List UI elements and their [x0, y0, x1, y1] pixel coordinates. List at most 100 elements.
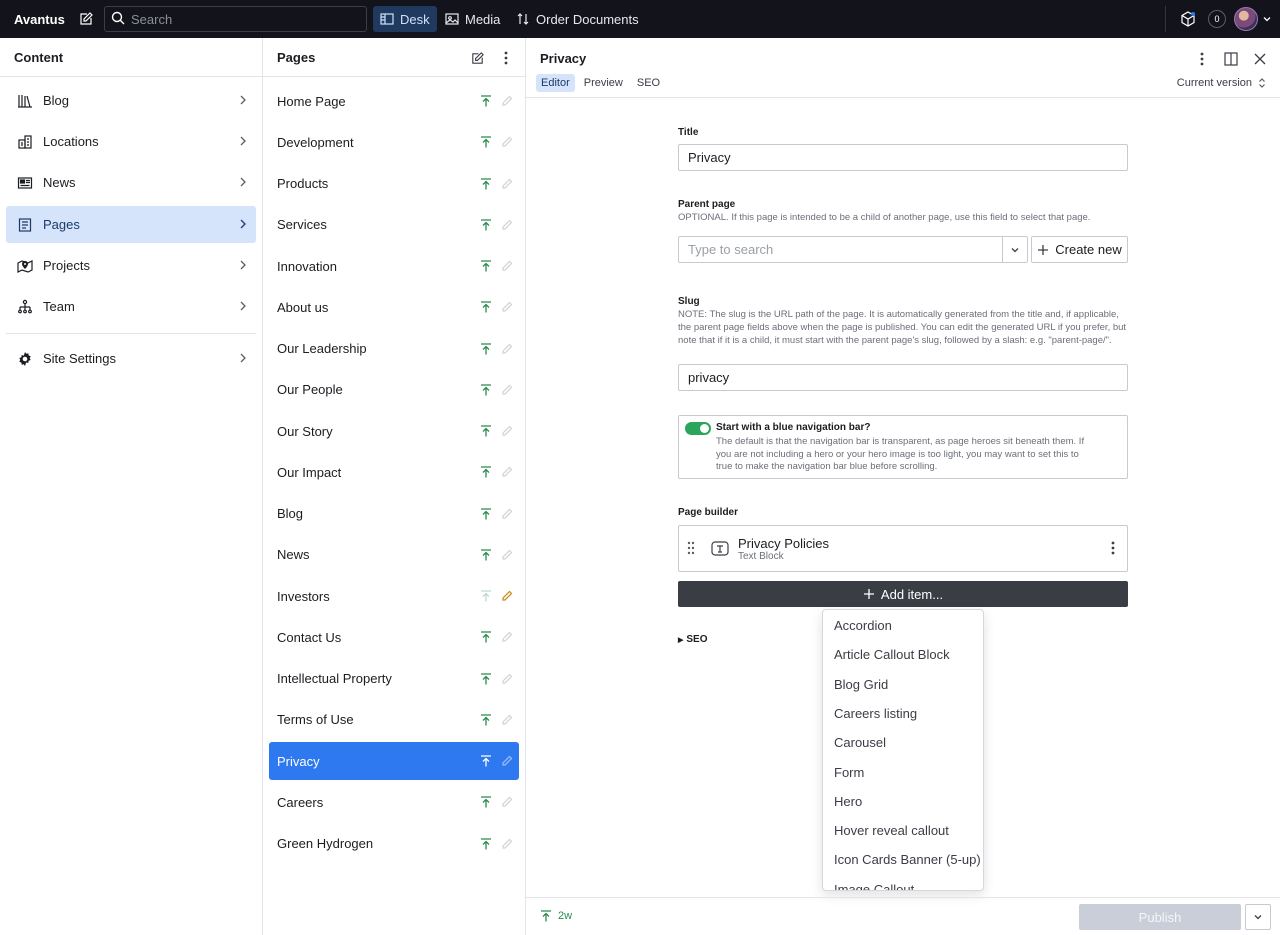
slug-value: privacy [688, 370, 730, 385]
tab-editor[interactable]: Editor [536, 74, 575, 92]
tab-desk[interactable]: Desk [373, 6, 437, 32]
chevron-down-icon[interactable] [1262, 12, 1272, 27]
tab-seo[interactable]: SEO [632, 74, 665, 92]
pages-pane-title: Pages [277, 49, 316, 65]
page-list-item[interactable]: Green Hydrogen [269, 825, 519, 863]
avatar[interactable] [1234, 7, 1258, 31]
drag-handle-icon[interactable] [687, 541, 695, 558]
add-menu-item[interactable]: Blog Grid [834, 677, 888, 692]
page-list-item[interactable]: Blog [269, 495, 519, 533]
parent-page-search[interactable]: Type to search [678, 236, 1028, 263]
parent-page-description: OPTIONAL. If this page is intended to be… [678, 212, 1091, 223]
page-list-item-label: Development [277, 134, 354, 150]
add-menu-item[interactable]: Image Callout [834, 882, 914, 890]
page-list-item[interactable]: Services [269, 206, 519, 244]
page-list-item-label: About us [277, 299, 329, 315]
published-icon [480, 384, 492, 399]
add-menu-item[interactable]: Accordion [834, 618, 892, 633]
page-builder-item-type: Text Block [738, 551, 784, 562]
content-item-pages[interactable]: Pages [6, 206, 256, 243]
create-new-button[interactable]: Create new [1031, 236, 1128, 263]
page-list-item[interactable]: Products [269, 165, 519, 203]
split-pane-icon[interactable] [1223, 51, 1239, 67]
edit-pencil-icon [501, 219, 513, 234]
page-builder-item[interactable]: Privacy Policies Text Block [678, 525, 1128, 572]
add-menu-item[interactable]: Careers listing [834, 706, 917, 721]
content-item-label: Team [43, 299, 75, 314]
tab-preview[interactable]: Preview [579, 74, 628, 92]
content-item-team[interactable]: Team [6, 288, 256, 325]
search-box[interactable] [104, 6, 367, 32]
page-list-item[interactable]: Investors [269, 577, 519, 615]
page-list-item[interactable]: Terms of Use [269, 701, 519, 739]
page-list-item[interactable]: Careers [269, 783, 519, 821]
page-list-item-label: Products [277, 176, 329, 191]
chevron-down-icon[interactable] [1002, 237, 1027, 262]
page-list-item[interactable]: Our Leadership [269, 330, 519, 368]
page-list-item[interactable]: Innovation [269, 247, 519, 285]
blue-nav-switch-title: Start with a blue navigation bar? [716, 422, 871, 433]
chevron-right-icon [238, 135, 248, 150]
title-field[interactable]: Privacy [678, 144, 1128, 171]
slug-field[interactable]: privacy [678, 364, 1128, 391]
add-menu-item[interactable]: Form [834, 765, 864, 780]
search-input[interactable] [131, 11, 351, 27]
content-item-news[interactable]: News [6, 164, 256, 201]
version-selector[interactable]: Current version [1177, 77, 1266, 89]
page-list-item[interactable]: Home Page [269, 82, 519, 120]
add-menu-item[interactable]: Carousel [834, 735, 886, 750]
tab-order-documents[interactable]: Order Documents [509, 6, 646, 32]
page-list-item[interactable]: Our Story [269, 412, 519, 450]
add-menu-item[interactable]: Hero [834, 794, 862, 809]
desk-icon [380, 13, 394, 25]
add-menu-item[interactable]: Icon Cards Banner (5-up) [834, 852, 981, 867]
publish-menu-button[interactable] [1245, 904, 1271, 930]
more-vertical-icon[interactable] [498, 50, 514, 66]
blue-nav-switch-field: Start with a blue navigation bar? The de… [678, 415, 1128, 479]
add-item-button[interactable]: Add item... [678, 581, 1128, 607]
content-item-label: Projects [43, 258, 90, 273]
publish-status[interactable]: 2w [540, 910, 572, 922]
published-icon [480, 755, 492, 770]
page-list-item[interactable]: Intellectual Property [269, 660, 519, 698]
notification-count[interactable]: 0 [1208, 10, 1226, 28]
page-list-item[interactable]: News [269, 536, 519, 574]
triangle-right-icon: ▶ [678, 636, 684, 644]
more-vertical-icon[interactable] [1111, 541, 1115, 558]
create-new-label: Create new [1055, 242, 1122, 257]
tab-order-documents-label: Order Documents [536, 11, 639, 27]
published-icon [480, 425, 492, 440]
more-vertical-icon[interactable] [1194, 51, 1210, 67]
sort-icon [517, 13, 529, 25]
content-item-blog[interactable]: Blog [6, 82, 256, 119]
add-menu-item[interactable]: Article Callout Block [834, 647, 950, 662]
edit-pencil-icon [501, 466, 513, 481]
blue-nav-switch-description: The default is that the navigation bar i… [716, 436, 1085, 472]
page-list-item-label: Our Story [277, 423, 333, 439]
tab-media[interactable]: Media [438, 6, 507, 32]
page-list-item-label: Green Hydrogen [277, 836, 374, 851]
page-list-item-label: Contact Us [277, 629, 342, 645]
page-list-item[interactable]: Development [269, 123, 519, 161]
blue-nav-toggle[interactable] [685, 422, 711, 435]
page-list-item[interactable]: Our Impact [269, 453, 519, 491]
publish-button[interactable]: Publish [1079, 904, 1241, 930]
brand-logo[interactable]: Avantus [14, 12, 76, 27]
compose-icon[interactable] [74, 7, 98, 31]
content-pane-title: Content [14, 49, 64, 65]
content-item-projects[interactable]: Projects [6, 247, 256, 284]
page-list-item[interactable]: Our People [269, 371, 519, 409]
package-icon[interactable] [1176, 7, 1200, 31]
content-item-locations[interactable]: Locations [6, 123, 256, 160]
content-item-site-settings[interactable]: Site Settings [6, 340, 256, 377]
edit-pencil-icon [501, 796, 513, 811]
page-list-item-label: Our People [277, 382, 343, 398]
page-list-item[interactable]: Privacy [269, 742, 519, 780]
close-icon[interactable] [1252, 51, 1268, 67]
page-list-item[interactable]: About us [269, 288, 519, 326]
compose-icon[interactable] [469, 50, 485, 66]
page-list-item[interactable]: Contact Us [269, 618, 519, 656]
seo-section-toggle[interactable]: ▶ SEO [678, 634, 708, 645]
add-menu-item[interactable]: Hover reveal callout [834, 823, 949, 838]
edit-pencil-icon [501, 508, 513, 523]
